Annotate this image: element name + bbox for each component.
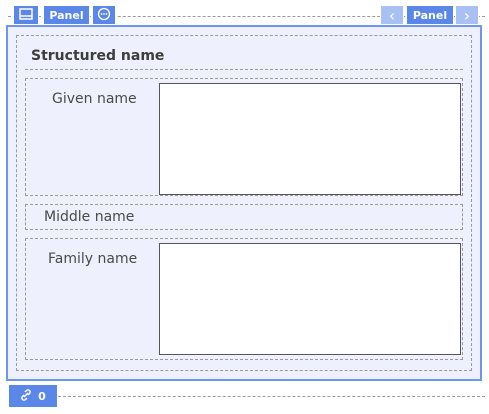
chevron-left-icon: ‹ xyxy=(388,5,396,25)
more-options-button[interactable] xyxy=(92,5,116,25)
panel-title: Structured name xyxy=(31,48,165,64)
middle-name-row[interactable]: Middle name xyxy=(25,204,463,230)
given-name-field[interactable] xyxy=(159,83,461,195)
parent-panel-button[interactable]: Panel xyxy=(406,5,454,25)
link-count-button[interactable]: 0 xyxy=(9,385,57,407)
given-name-row: Given name xyxy=(25,78,463,196)
panel-layout-button[interactable] xyxy=(13,5,39,25)
link-icon xyxy=(20,388,32,404)
family-name-label: Family name xyxy=(48,251,138,267)
more-options-icon xyxy=(97,7,111,24)
panel-layout-icon xyxy=(19,7,33,23)
next-panel-button[interactable]: › xyxy=(455,5,479,25)
given-name-label: Given name xyxy=(52,91,137,107)
panel-type-button[interactable]: Panel xyxy=(43,5,90,25)
link-count: 0 xyxy=(38,389,46,403)
chevron-right-icon: › xyxy=(463,5,471,25)
family-name-row: Family name xyxy=(25,238,463,360)
parent-panel-label: Panel xyxy=(412,8,448,22)
panel-title-row: Structured name xyxy=(25,44,463,70)
bottom-dashed-guide xyxy=(58,396,485,397)
family-name-field[interactable] xyxy=(159,243,461,355)
panel-content-area: Structured name Given name Middle name F… xyxy=(16,35,472,371)
panel-type-label: Panel xyxy=(49,8,84,22)
middle-name-label: Middle name xyxy=(44,209,135,225)
prev-panel-button[interactable]: ‹ xyxy=(380,5,404,25)
structured-name-panel[interactable]: Structured name Given name Middle name F… xyxy=(6,25,482,381)
